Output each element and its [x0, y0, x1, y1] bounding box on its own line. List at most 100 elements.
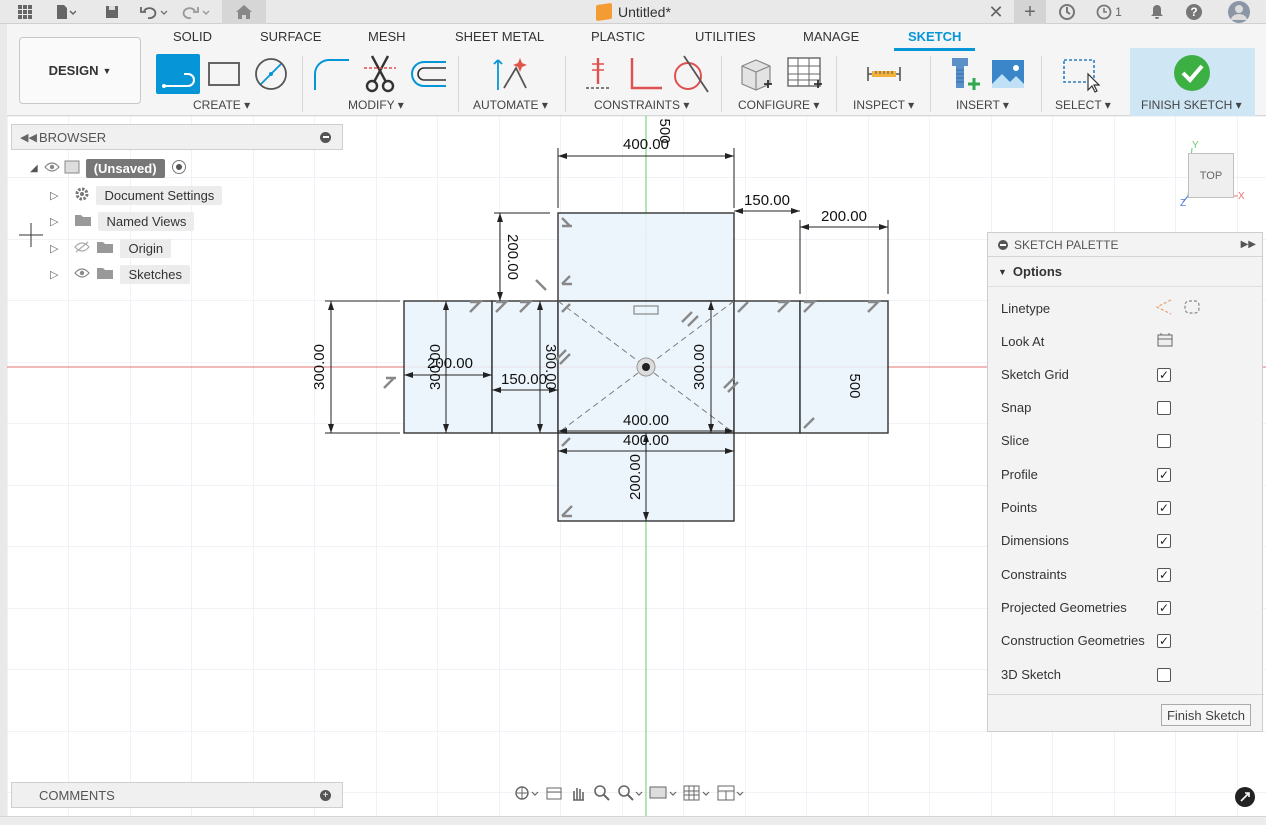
sketch-palette-header[interactable]: SKETCH PALETTE ▶▶	[988, 233, 1262, 257]
pan-hand-icon[interactable]	[569, 784, 587, 805]
profile-checkbox[interactable]: ✓	[1157, 467, 1171, 482]
tab-utilities[interactable]: UTILITIES	[695, 29, 756, 47]
inspect-menu[interactable]: INSPECT ▾	[853, 98, 914, 112]
points-checkbox[interactable]: ✓	[1157, 500, 1171, 515]
feedback-icon[interactable]	[1235, 787, 1255, 807]
dim-mid-width[interactable]: 150.00	[501, 371, 547, 388]
tab-solid[interactable]: SOLID	[173, 29, 212, 47]
activate-radio-icon[interactable]	[171, 159, 187, 178]
look-at-nav-icon[interactable]	[545, 784, 563, 805]
rectangle-tool-button[interactable]	[202, 54, 246, 94]
zoom-icon[interactable]	[593, 784, 611, 805]
dim-left-height[interactable]: 300.00	[311, 344, 328, 390]
fillet-tool-button[interactable]	[309, 54, 353, 94]
zoom-window-icon[interactable]	[617, 784, 643, 805]
projected-geometries-checkbox[interactable]: ✓	[1157, 600, 1171, 615]
collapse-triangle-icon[interactable]: ◢	[30, 163, 38, 174]
expand-triangle-icon[interactable]: ▷	[50, 189, 58, 202]
comments-expand-icon[interactable]: +	[320, 789, 331, 801]
constraints-menu[interactable]: CONSTRAINTS ▾	[594, 98, 689, 112]
display-settings-icon[interactable]	[649, 784, 677, 805]
redo-icon[interactable]	[178, 0, 214, 24]
insert-canvas-button[interactable]	[986, 54, 1030, 94]
grid-settings-icon[interactable]	[683, 784, 711, 805]
workspace-switcher-button[interactable]: DESIGN ▼	[19, 37, 141, 104]
modify-menu[interactable]: MODIFY ▾	[348, 98, 404, 112]
collapse-browser-icon[interactable]: ◀◀	[20, 131, 37, 144]
create-menu[interactable]: CREATE ▾	[193, 98, 250, 112]
close-tab-icon[interactable]: ✕	[986, 0, 1006, 24]
palette-minimize-icon[interactable]	[998, 239, 1008, 250]
tangent-constraint-button[interactable]	[668, 54, 712, 94]
look-at-icon[interactable]	[1156, 332, 1174, 351]
configure-table-button[interactable]	[782, 54, 826, 94]
dim-right-width[interactable]: 200.00	[821, 208, 867, 225]
dim-right-label[interactable]: 500	[846, 373, 863, 398]
tab-surface[interactable]: SURFACE	[260, 29, 321, 47]
options-section-header[interactable]: ▼ Options	[988, 257, 1262, 287]
expand-triangle-icon[interactable]: ▷	[50, 242, 58, 255]
select-menu[interactable]: SELECT ▾	[1055, 98, 1111, 112]
tab-plastic[interactable]: PLASTIC	[591, 29, 645, 47]
browser-item-sketches[interactable]: ▷ Sketches	[50, 263, 190, 285]
dim-bottom-height[interactable]: 200.00	[627, 454, 644, 500]
eye-icon[interactable]	[43, 161, 60, 176]
dim-top-partial[interactable]: 500	[656, 118, 673, 143]
tab-mesh[interactable]: MESH	[368, 29, 406, 47]
expand-triangle-icon[interactable]: ▷	[50, 215, 58, 228]
dim-top-height[interactable]: 200.00	[504, 234, 521, 280]
line-tool-button[interactable]	[156, 54, 200, 94]
viewports-icon[interactable]	[717, 784, 745, 805]
eye-hidden-icon[interactable]	[74, 241, 91, 256]
construction-geometries-checkbox[interactable]: ✓	[1157, 633, 1171, 648]
tab-manage[interactable]: MANAGE	[803, 29, 859, 47]
browser-item-document-settings[interactable]: ▷ Document Settings	[50, 184, 223, 206]
orbit-icon[interactable]	[513, 784, 539, 805]
comments-panel[interactable]: COMMENTS +	[11, 782, 343, 808]
dim-mid-height[interactable]: 300.00	[542, 344, 559, 390]
save-icon[interactable]	[100, 0, 124, 24]
home-icon[interactable]	[222, 0, 266, 24]
undo-icon[interactable]	[136, 0, 172, 24]
dimensions-checkbox[interactable]: ✓	[1157, 533, 1171, 548]
sync-icon[interactable]	[1056, 0, 1078, 24]
dim-bottom-width[interactable]: 400.00	[623, 432, 669, 449]
profile-right-inner[interactable]	[733, 300, 801, 434]
automate-menu[interactable]: AUTOMATE ▾	[473, 98, 548, 112]
browser-root-item[interactable]: ◢ (Unsaved)	[30, 157, 187, 179]
user-avatar[interactable]	[1224, 0, 1254, 24]
expand-palette-icon[interactable]: ▶▶	[1241, 239, 1256, 250]
centerline-linetype-icon[interactable]	[1182, 298, 1202, 319]
circle-tool-button[interactable]	[249, 54, 293, 94]
finish-sketch-button[interactable]	[1173, 54, 1211, 92]
profile-right-outer[interactable]	[799, 300, 889, 434]
viewcube[interactable]: TOP	[1188, 153, 1234, 198]
document-tab[interactable]: Untitled*	[596, 2, 671, 22]
automate-tool-button[interactable]	[490, 54, 534, 94]
finish-sketch-menu[interactable]: FINISH SKETCH ▾	[1141, 98, 1242, 112]
dim-center-height[interactable]: 300.00	[691, 344, 708, 390]
file-menu-icon[interactable]	[50, 0, 80, 24]
help-icon[interactable]: ?	[1182, 0, 1206, 24]
select-tool-button[interactable]	[1058, 54, 1102, 94]
collapse-triangle-icon[interactable]: ▼	[998, 267, 1007, 277]
3d-sketch-checkbox[interactable]	[1157, 667, 1171, 682]
construction-linetype-icon[interactable]	[1154, 298, 1174, 319]
offset-tool-button[interactable]	[406, 54, 450, 94]
constraints-checkbox[interactable]: ✓	[1157, 567, 1171, 582]
notifications-bell-icon[interactable]	[1146, 0, 1168, 24]
sketch-grid-checkbox[interactable]: ✓	[1157, 367, 1171, 382]
insert-menu[interactable]: INSERT ▾	[956, 98, 1009, 112]
snap-checkbox[interactable]	[1157, 400, 1171, 415]
dim-center-width[interactable]: 400.00	[623, 412, 669, 429]
perpendicular-constraint-button[interactable]	[622, 54, 666, 94]
browser-header[interactable]: ◀◀ BROWSER	[11, 124, 343, 150]
dim-right-offset[interactable]: 150.00	[744, 192, 790, 209]
browser-minimize-icon[interactable]	[320, 131, 331, 143]
trim-tool-button[interactable]	[358, 54, 402, 94]
browser-item-named-views[interactable]: ▷ Named Views	[50, 210, 195, 232]
profile-top[interactable]	[557, 212, 735, 302]
configure-menu[interactable]: CONFIGURE ▾	[738, 98, 819, 112]
eye-icon[interactable]	[74, 267, 91, 282]
coincident-constraint-button[interactable]	[576, 54, 620, 94]
